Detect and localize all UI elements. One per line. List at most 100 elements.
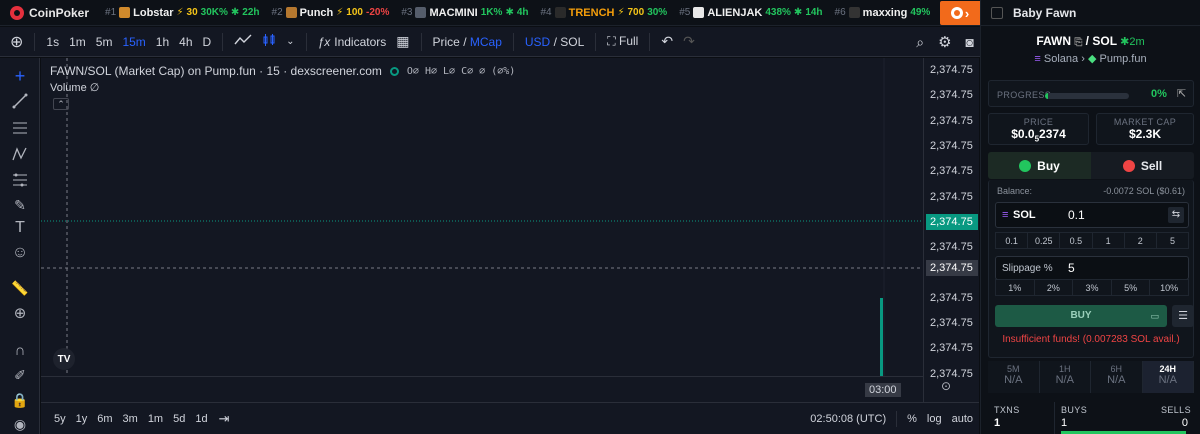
sprout-icon: ✱	[1120, 36, 1130, 48]
quick-amount-option[interactable]: 1	[1093, 233, 1125, 248]
window-icon[interactable]	[991, 6, 1003, 19]
timeframe-value: N/A	[1158, 374, 1177, 386]
sell-tab[interactable]: Sell	[1091, 152, 1194, 179]
chart-area[interactable]: FAWN/SOL (Market Cap) on Pump.fun · 15 ·…	[41, 58, 979, 434]
layout-icon[interactable]: ▦	[391, 33, 414, 50]
interval-15m[interactable]: 15m	[117, 35, 150, 49]
price-mcap-toggle[interactable]: Price / MCap	[428, 35, 507, 49]
dex-name[interactable]: Pump.fun	[1099, 53, 1146, 65]
chart-title: FAWN/SOL (Market Cap) on Pump.fun · 15 ·…	[50, 64, 382, 78]
ticker-item[interactable]: #3 MACMINI 1K% ✱ 4h	[395, 7, 534, 19]
settings-gear-icon[interactable]: ⚙	[938, 33, 951, 51]
ticker-item[interactable]: #6 maxxing 49%	[829, 7, 937, 19]
coinpoker-logo[interactable]: CoinPoker	[0, 5, 99, 20]
pumpfun-icon: ◆	[1087, 53, 1097, 65]
horizontal-lines-icon[interactable]	[10, 118, 30, 138]
slippage-input[interactable]: Slippage % 5	[995, 256, 1189, 280]
scroll-to-realtime-icon[interactable]: ⊙	[941, 379, 951, 393]
quick-amount-option[interactable]: 2	[1125, 233, 1157, 248]
interval-5m[interactable]: 5m	[91, 35, 118, 49]
chevron-down-icon[interactable]: ⌄	[281, 36, 299, 47]
brush-icon[interactable]: ✎	[10, 195, 30, 215]
timeframe-value: N/A	[1107, 374, 1126, 386]
text-icon[interactable]: T	[10, 218, 30, 238]
candles-icon[interactable]	[257, 33, 281, 50]
ticker-item[interactable]: #5 ALIENJAK 438% ✱ 14h	[673, 7, 828, 19]
emoji-icon[interactable]: ☺	[10, 243, 30, 263]
magnet-icon[interactable]: ∩	[10, 340, 30, 360]
percent-toggle[interactable]: %	[907, 413, 917, 425]
auto-toggle[interactable]: auto	[952, 413, 973, 425]
tradingview-logo[interactable]: TV	[53, 348, 75, 370]
quick-amount-option[interactable]: 0.1	[996, 233, 1029, 248]
price-axis[interactable]: 2,374.75 2,374.75 2,374.75 2,374.75 2,374.…	[923, 58, 979, 402]
slippage-option[interactable]: 10%	[1150, 280, 1188, 295]
ticker-item[interactable]: #1 Lobstar ⚡ 30 30K% ✱ 22h	[99, 7, 266, 19]
trending-fire-button[interactable]: ›	[940, 1, 980, 25]
slippage-option[interactable]: 2%	[1035, 280, 1074, 295]
line-chart-icon[interactable]	[229, 34, 257, 49]
full-button[interactable]: ⛶ Full	[602, 34, 643, 49]
buy-tab[interactable]: Buy	[988, 152, 1091, 179]
external-link-icon[interactable]: ⇱	[1177, 87, 1186, 100]
lock-icon[interactable]: 🔒	[10, 390, 30, 410]
ticker-rank: #4	[540, 7, 552, 18]
add-symbol-icon[interactable]: ⊕	[0, 32, 28, 52]
slippage-option[interactable]: 1%	[996, 280, 1035, 295]
buy-button[interactable]: BUY ▭	[995, 305, 1167, 327]
fib-icon[interactable]	[10, 170, 30, 190]
log-toggle[interactable]: log	[927, 413, 942, 425]
camera-snapshot-icon[interactable]: ◙	[966, 34, 974, 50]
lock-drawing-icon[interactable]: ✐	[10, 365, 30, 385]
eye-icon[interactable]: ◉	[10, 414, 30, 434]
range-6m[interactable]: 6m	[92, 413, 117, 425]
interval-4h[interactable]: 4h	[174, 35, 197, 49]
range-5d[interactable]: 5d	[168, 413, 190, 425]
redo-icon[interactable]: ↷	[678, 33, 700, 50]
interval-D[interactable]: D	[198, 35, 217, 49]
timeframe-tab-24h[interactable]: 24H N/A	[1142, 361, 1194, 393]
range-1d[interactable]: 1d	[190, 413, 212, 425]
interval-1s[interactable]: 1s	[41, 35, 64, 49]
ticker-cap: 700	[627, 7, 645, 18]
quick-amount-option[interactable]: 0.5	[1060, 233, 1093, 248]
range-3m[interactable]: 3m	[118, 413, 143, 425]
crosshair-icon[interactable]: +	[10, 66, 30, 86]
ruler-icon[interactable]: 📏	[10, 278, 30, 298]
ticker-item[interactable]: #4 TRENCH ⚡ 700 30%	[535, 7, 674, 19]
trade-settings-icon[interactable]: ☰	[1172, 305, 1194, 327]
ticker-item[interactable]: #2 Punch ⚡ 100 -20%	[266, 7, 396, 19]
zoom-in-icon[interactable]: ⊕	[10, 303, 30, 323]
interval-1h[interactable]: 1h	[151, 35, 174, 49]
time-axis[interactable]: 03:00	[41, 376, 923, 402]
timeframe-tab-1h[interactable]: 1H N/A	[1039, 361, 1091, 393]
quick-search-icon[interactable]: ⌕	[916, 34, 924, 51]
indicators-button[interactable]: ƒx Indicators	[313, 35, 392, 49]
utc-clock[interactable]: 02:50:08 (UTC)	[810, 413, 886, 425]
date-range-icon[interactable]: ⇥	[219, 411, 230, 427]
currency-toggle[interactable]: USD / SOL	[520, 35, 589, 49]
slippage-option[interactable]: 5%	[1112, 280, 1151, 295]
trend-line-icon[interactable]	[10, 91, 30, 111]
swap-icon[interactable]: ⇆	[1168, 207, 1184, 223]
quick-amount-option[interactable]: 5	[1157, 233, 1188, 248]
interval-1m[interactable]: 1m	[64, 35, 91, 49]
collapse-legend-button[interactable]: ⌃	[53, 98, 69, 110]
slippage-option[interactable]: 3%	[1073, 280, 1112, 295]
amount-input[interactable]: ≡ SOL 0.1 ⇆	[995, 202, 1189, 228]
range-1m[interactable]: 1m	[143, 413, 168, 425]
undo-icon[interactable]: ↶	[656, 33, 678, 50]
pattern-icon[interactable]	[10, 144, 30, 164]
copy-icon[interactable]: ⎘	[1074, 37, 1082, 48]
price-option: Price	[432, 34, 460, 49]
price-tick-label: 2,374.75	[930, 241, 973, 254]
timeframe-tab-6h[interactable]: 6H N/A	[1091, 361, 1143, 393]
chart-toolbar: ⊕ 1s 1m 5m 15m 1h 4h D ⌄ ƒx Indicators ▦ Price …	[0, 27, 980, 57]
quick-amount-option[interactable]: 0.25	[1028, 233, 1061, 248]
range-1y[interactable]: 1y	[71, 413, 93, 425]
chain-name[interactable]: Solana	[1044, 53, 1078, 65]
slippage-options-row: 1% 2% 3% 5% 10%	[995, 279, 1189, 296]
timeframe-tab-5m[interactable]: 5M N/A	[988, 361, 1040, 393]
range-5y[interactable]: 5y	[49, 413, 71, 425]
bolt-icon: ⚡	[617, 7, 625, 18]
